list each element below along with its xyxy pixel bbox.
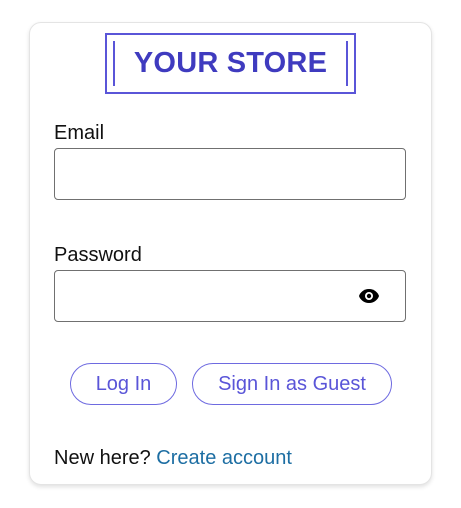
log-in-button[interactable]: Log In [70, 363, 177, 405]
signup-prompt-text: New here? [54, 447, 151, 469]
store-logo: YOUR STORE [105, 33, 356, 94]
store-logo-text: YOUR STORE [133, 47, 328, 79]
email-field-wrapper [54, 148, 406, 200]
eye-icon[interactable] [358, 288, 380, 304]
guest-sign-in-button[interactable]: Sign In as Guest [192, 363, 392, 405]
password-label: Password [54, 244, 142, 266]
password-field[interactable] [55, 271, 405, 321]
store-logo-frame: YOUR STORE [113, 41, 348, 86]
login-card: YOUR STORE Email Password Log In Sign In… [29, 22, 432, 485]
email-field[interactable] [55, 149, 405, 199]
email-label: Email [54, 122, 105, 144]
signup-prompt: New here? Create account [54, 447, 292, 470]
create-account-link[interactable]: Create account [156, 447, 292, 469]
password-field-wrapper [54, 270, 406, 322]
